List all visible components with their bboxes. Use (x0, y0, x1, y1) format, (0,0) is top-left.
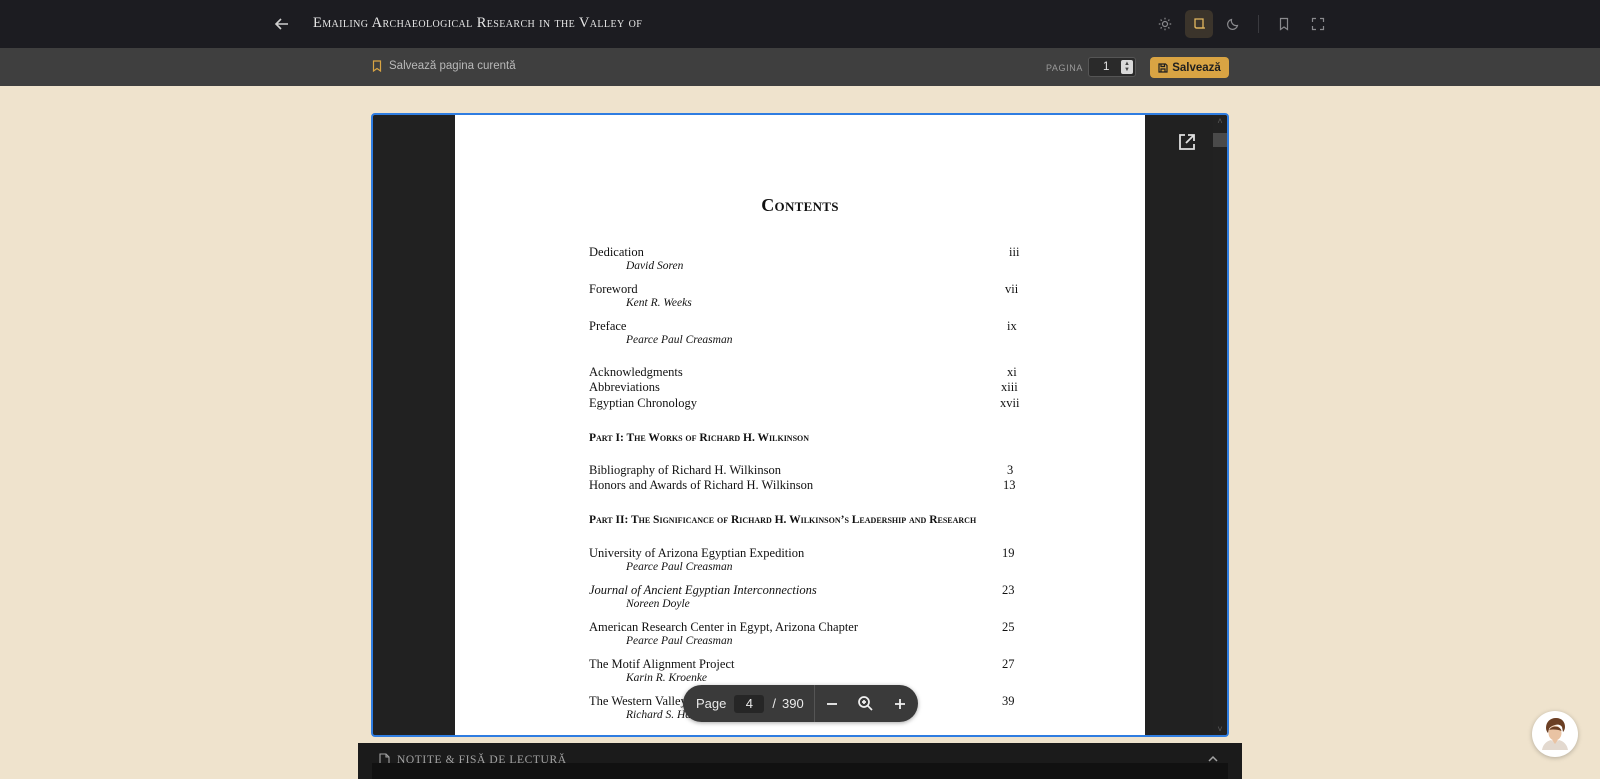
page-nav-label: Page (696, 696, 727, 711)
page-nav-total: 390 (782, 696, 804, 711)
scrollbar[interactable]: ˄ ˅ (1213, 115, 1227, 735)
bookmark-icon (1279, 17, 1289, 31)
toc-entry-title: The Motif Alignment Project (589, 657, 735, 671)
toc-entry-page: 13 (1003, 478, 1016, 492)
plus-icon (894, 698, 905, 709)
zoom-in-button[interactable] (883, 685, 917, 722)
scroll-down-icon[interactable]: ˅ (1215, 724, 1225, 734)
toc-entry-page: 19 (1002, 546, 1015, 560)
toc-entry-author: Noreen Doyle (626, 598, 690, 610)
toc-entry-author: Pearce Paul Creasman (626, 561, 733, 573)
toc-entry-page: 39 (1002, 694, 1015, 708)
notes-panel[interactable]: NOTIȚE & FIȘĂ DE LECTURĂ (358, 743, 1242, 779)
minus-icon (826, 702, 837, 705)
save-button-label: Salvează (1172, 61, 1221, 74)
save-current-page-link[interactable]: Salvează pagina curentă (372, 60, 516, 72)
notes-panel-body (372, 763, 1228, 779)
pdf-viewer[interactable]: Contents Dedication iii David Soren Fore… (371, 113, 1229, 737)
sepia-mode-button[interactable] (1185, 10, 1213, 38)
moon-icon (1227, 18, 1239, 30)
toc-entry-title: American Research Center in Egypt, Arizo… (589, 620, 859, 634)
toc-entry-title: Bibliography of Richard H. Wilkinson (589, 463, 781, 477)
toc-entry-title: Dedication (589, 245, 644, 259)
avatar-portrait-icon (1542, 718, 1568, 750)
toc-entry-title: Journal of Ancient Egyptian Interconnect… (589, 583, 817, 597)
top-bar: Emailing Archaeological Research in the … (0, 0, 1600, 48)
arrow-left-icon (274, 18, 288, 30)
scroll-up-icon[interactable]: ˄ (1215, 116, 1225, 126)
page-heading: Contents (761, 195, 839, 215)
toc-entry-page: 25 (1002, 620, 1015, 634)
reading-toolbar: Salvează pagina curentă PAGINA 1 ▲ ▼ Salv… (0, 48, 1600, 86)
page-number-input[interactable]: 1 ▲ ▼ (1088, 57, 1136, 77)
toc-entry-author: Pearce Paul Creasman (626, 334, 733, 346)
pdf-page: Contents Dedication iii David Soren Fore… (455, 115, 1145, 735)
toc-entry-title: Foreword (589, 282, 638, 296)
zoom-out-button[interactable] (815, 685, 849, 722)
document-title: Emailing Archaeological Research in the … (313, 15, 643, 31)
toc-entry-page: 3 (1007, 463, 1014, 477)
back-button[interactable] (270, 12, 294, 36)
toc-entry-title: University of Arizona Egyptian Expeditio… (589, 546, 805, 560)
toc-entry-page: ix (1007, 319, 1017, 333)
zoom-reset-button[interactable] (849, 685, 883, 722)
toc-entry-page: 23 (1002, 583, 1015, 597)
toc-part-heading: Part I: The Works of Richard H. Wilkinso… (589, 432, 810, 444)
toc-entry-author: Karin R. Kroenke (626, 672, 708, 684)
light-mode-button[interactable] (1151, 10, 1179, 38)
toc-part-heading: Part II: The Significance of Richard H. … (589, 514, 977, 526)
open-external-button[interactable] (1177, 132, 1197, 152)
save-current-page-label: Salvează pagina curentă (389, 60, 516, 72)
toc-entry-title: Preface (589, 319, 627, 333)
scroll-icon (1194, 18, 1205, 29)
toc-entry-title: Abbreviations (589, 380, 660, 394)
toc-entry-page: 27 (1002, 657, 1015, 671)
page-nav-separator: / (772, 696, 776, 711)
bookmark-icon (372, 60, 382, 72)
toc-entry-title: Acknowledgments (589, 365, 683, 379)
toc-entry-page: vii (1005, 282, 1019, 296)
page-navigation: Page 4 / 390 (683, 685, 918, 722)
scrollbar-thumb[interactable] (1213, 133, 1227, 147)
toc-entry-page: xi (1007, 365, 1017, 379)
assistant-avatar[interactable] (1532, 711, 1578, 757)
bookmark-button[interactable] (1270, 10, 1298, 38)
page-number-stepper[interactable]: ▲ ▼ (1121, 60, 1133, 74)
toc-entry-author: Pearce Paul Creasman (626, 635, 733, 647)
page-number-value: 1 (1103, 61, 1110, 73)
toc-entry-author: Kent R. Weeks (626, 297, 692, 309)
toc-entry-page: xiii (1001, 380, 1018, 394)
toc-entry-title: Honors and Awards of Richard H. Wilkinso… (589, 478, 814, 492)
toolbar-divider (1258, 15, 1259, 33)
toc-entry-author: David Soren (626, 260, 684, 272)
dark-mode-button[interactable] (1219, 10, 1247, 38)
sun-icon (1158, 17, 1172, 31)
fullscreen-button[interactable] (1304, 10, 1332, 38)
page-nav-current-input[interactable]: 4 (734, 694, 765, 713)
zoom-icon (858, 696, 873, 711)
toc-entry-page: xvii (1000, 396, 1020, 410)
open-external-icon (1179, 134, 1195, 150)
toc-entry-page: iii (1009, 245, 1020, 259)
page-number-label: PAGINA (1046, 63, 1083, 73)
fullscreen-icon (1311, 17, 1325, 31)
toc-entry-title: Egyptian Chronology (589, 396, 697, 410)
save-button[interactable]: Salvează (1150, 57, 1229, 78)
floppy-disk-icon (1158, 62, 1168, 73)
